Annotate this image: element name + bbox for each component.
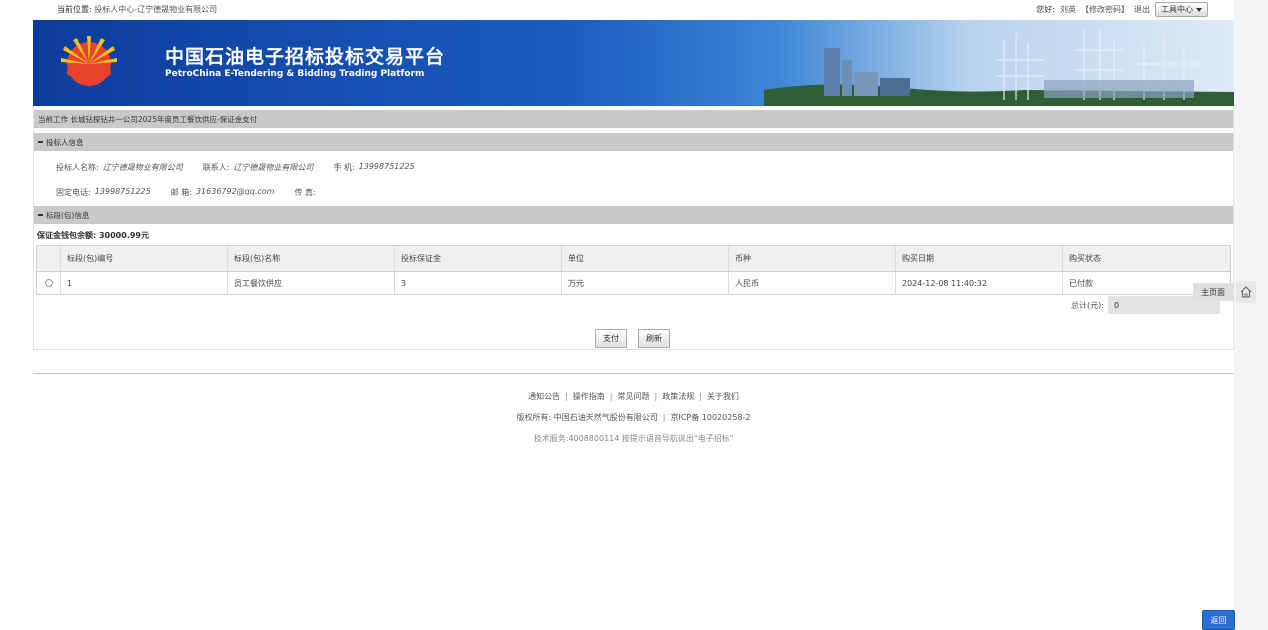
return-button[interactable]: 返回 <box>1202 610 1235 630</box>
home-icon-button[interactable] <box>1236 281 1256 303</box>
user-area: 您好: 刘英 【修改密码】 退出 工具中心 <box>1036 2 1208 17</box>
footer-link-notices[interactable]: 通知公告 <box>528 391 560 402</box>
separator: | <box>654 392 658 401</box>
footer-link-guide[interactable]: 操作指南 <box>573 391 605 402</box>
right-side-strip <box>1234 0 1268 630</box>
tool-center-label: 工具中心 <box>1161 5 1193 14</box>
footer-link-faq[interactable]: 常见问题 <box>618 391 650 402</box>
home-icon <box>1240 286 1252 298</box>
greeting-label: 您好: <box>1036 5 1055 14</box>
tool-center-dropdown[interactable]: 工具中心 <box>1155 2 1208 17</box>
content-frame <box>33 106 1234 350</box>
footer-divider <box>33 373 1234 374</box>
separator: | <box>699 392 702 401</box>
location-value: 投标人中心-辽宁德晟物业有限公司 <box>94 5 218 14</box>
chevron-down-icon <box>1196 7 1202 12</box>
industrial-skyline-image <box>764 28 1234 106</box>
copyright-text: 版权所有: 中国石油天然气股份有限公司 <box>516 413 658 422</box>
petrochina-logo-icon <box>61 36 117 86</box>
breadcrumb: 当前位置: 投标人中心-辽宁德晟物业有限公司 <box>57 4 217 15</box>
home-page-tab[interactable]: 主页面 <box>1193 283 1233 301</box>
support-text: 技术服务:4008800114 按提示语音导航说出"电子招标" <box>533 434 734 443</box>
top-bar: 当前位置: 投标人中心-辽宁德晟物业有限公司 您好: 刘英 【修改密码】 退出 … <box>33 0 1234 20</box>
platform-title-cn: 中国石油电子招标投标交易平台 <box>165 46 446 68</box>
change-password-link[interactable]: 【修改密码】 <box>1081 4 1129 15</box>
footer: 通知公告 | 操作指南 | 常见问题 | 政策法规 | 关于我们 版权所有: 中… <box>33 386 1234 449</box>
footer-link-policy[interactable]: 政策法规 <box>662 391 694 402</box>
icp-text: 京ICP备 10020258-2 <box>670 413 751 422</box>
footer-link-about[interactable]: 关于我们 <box>707 391 739 402</box>
location-label: 当前位置: <box>57 5 92 14</box>
header-banner: 中国石油电子招标投标交易平台 PetroChina E-Tendering & … <box>33 20 1234 106</box>
footer-support-row: 技术服务:4008800114 按提示语音导航说出"电子招标" <box>33 428 1234 449</box>
footer-links: 通知公告 | 操作指南 | 常见问题 | 政策法规 | 关于我们 <box>33 386 1234 407</box>
separator: | <box>662 413 666 422</box>
user-name: 刘英 <box>1060 5 1076 14</box>
platform-title-en: PetroChina E-Tendering & Bidding Trading… <box>165 69 425 79</box>
footer-copyright-row: 版权所有: 中国石油天然气股份有限公司 | 京ICP备 10020258-2 <box>33 407 1234 428</box>
logout-link[interactable]: 退出 <box>1134 4 1150 15</box>
separator: | <box>609 392 613 401</box>
separator: | <box>565 392 568 401</box>
